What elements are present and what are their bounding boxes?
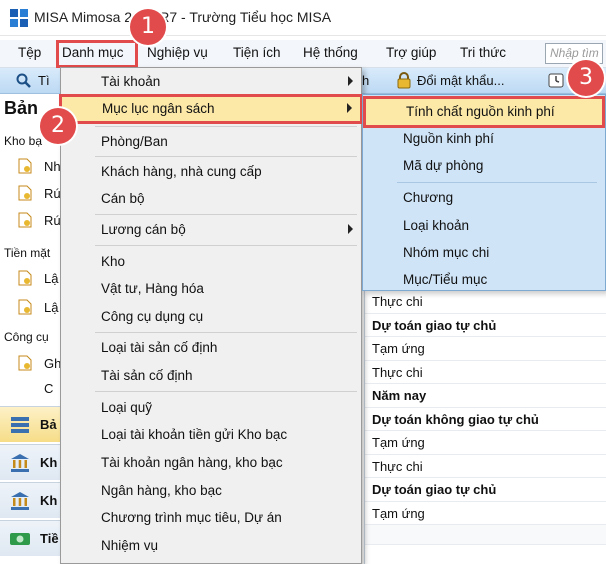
submenu-item-ma-du-phong[interactable]: Mã dự phòng: [363, 153, 603, 179]
nav-kho[interactable]: Kh: [0, 482, 62, 518]
table-row[interactable]: Dự toán không giao tự chủ: [365, 408, 606, 431]
group-tien-mat: Tiền mặt: [4, 246, 51, 260]
callout-badge-3: 3: [568, 60, 604, 96]
submenu-arrow-icon: [347, 103, 352, 113]
data-grid: Thực chi Dự toán giao tự chủ Tạm ứng Thự…: [364, 290, 606, 564]
table-row[interactable]: Thực chi: [365, 455, 606, 478]
nav-ban-lam-viec[interactable]: Bả: [0, 406, 62, 442]
menu-separator: [95, 126, 357, 127]
toolbar-search-label[interactable]: Tì: [38, 73, 50, 88]
bank-icon: [11, 454, 29, 472]
table-row[interactable]: Tạm ứng: [365, 337, 606, 361]
app-logo-icon: [10, 9, 28, 27]
table-row[interactable]: Tạm ứng: [365, 502, 606, 525]
submenu-item-tinh-chat-nguon-kinh-phi[interactable]: Tính chất nguồn kinh phí: [363, 96, 605, 128]
money-icon: [10, 533, 30, 545]
menu-item-phong-ban[interactable]: Phòng/Ban: [61, 130, 361, 154]
table-row-empty: [365, 525, 606, 545]
link-item[interactable]: Gh: [44, 356, 61, 371]
menu-separator: [95, 214, 357, 215]
menu-item-loai-tscd[interactable]: Loại tài sản cố định: [61, 336, 361, 360]
desktop-icon: [11, 417, 29, 433]
group-kho-bac: Kho bạ: [4, 134, 43, 148]
lock-icon: [397, 72, 411, 89]
table-row[interactable]: Thực chi: [365, 290, 606, 314]
menu-tien-ich[interactable]: Tiện ích: [233, 45, 281, 60]
toolbar-partial-label[interactable]: h: [362, 73, 369, 88]
table-row[interactable]: Dự toán giao tự chủ: [365, 478, 606, 502]
submenu-item-nguon-kinh-phi[interactable]: Nguồn kinh phí: [363, 126, 603, 152]
document-icon: [18, 355, 32, 371]
menu-nghiep-vu[interactable]: Nghiệp vụ: [147, 45, 208, 60]
table-row[interactable]: Năm nay: [365, 384, 606, 408]
search-icon: [16, 73, 31, 88]
nav-label: Kh: [40, 455, 58, 470]
menu-item-muc-luc-ngan-sach[interactable]: Mục lục ngân sách: [59, 94, 363, 124]
submenu-item-nhom-muc-chi[interactable]: Nhóm mục chi: [363, 240, 603, 266]
nav-label: Tiề: [40, 531, 59, 546]
callout-badge-1: 1: [130, 9, 166, 45]
link-item[interactable]: Rú: [44, 186, 61, 201]
callout-badge-2: 2: [40, 108, 76, 144]
menu-item-luong-can-bo[interactable]: Lương cán bộ: [61, 218, 361, 242]
menu-item-chuong-trinh[interactable]: Chương trình mục tiêu, Dự án: [61, 506, 361, 530]
menu-item-loai-tk-tien-gui[interactable]: Loại tài khoản tiền gửi Kho bạc: [61, 423, 361, 447]
menu-separator: [397, 182, 597, 183]
document-icon: [18, 270, 32, 286]
pane-heading: Bản: [4, 98, 39, 118]
link-item[interactable]: Lậ: [44, 300, 58, 315]
menu-item-tscd[interactable]: Tài sản cố định: [61, 364, 361, 388]
nav-label: Kh: [40, 493, 58, 508]
submenu-item-muc-tieu-muc[interactable]: Mục/Tiểu mục: [363, 267, 603, 293]
menu-separator: [95, 156, 357, 157]
menu-separator: [95, 245, 357, 246]
danh-muc-highlight-frame: [56, 40, 138, 68]
nav-label: Bả: [40, 417, 57, 432]
link-item[interactable]: Nh: [44, 159, 61, 174]
search-input[interactable]: Nhập tìm: [545, 43, 603, 64]
nav-tien-mat[interactable]: Tiề: [0, 520, 62, 556]
table-row[interactable]: Tạm ứng: [365, 431, 606, 455]
menu-item-nhiem-vu[interactable]: Nhiệm vụ: [61, 534, 361, 558]
menu-item-kho[interactable]: Kho: [61, 250, 361, 274]
link-item[interactable]: Lậ: [44, 271, 58, 286]
menu-item-cong-cu[interactable]: Công cụ dụng cụ: [61, 305, 361, 329]
menu-item-tai-khoan[interactable]: Tài khoản: [61, 70, 361, 94]
danh-muc-menu: Tài khoản Mục lục ngân sách Phòng/Ban Kh…: [59, 67, 363, 564]
menu-tep[interactable]: Tệp: [18, 45, 41, 60]
nav-kho-bac[interactable]: Kh: [0, 444, 62, 480]
menu-item-loai-quy[interactable]: Loại quỹ: [61, 396, 361, 420]
document-icon: [18, 185, 32, 201]
menu-item-ngan-hang[interactable]: Ngân hàng, kho bạc: [61, 479, 361, 503]
document-icon: [18, 299, 32, 315]
submenu-arrow-icon: [348, 76, 353, 86]
menu-item-vat-tu[interactable]: Vật tư, Hàng hóa: [61, 277, 361, 301]
menu-item-tk-ngan-hang[interactable]: Tài khoản ngân hàng, kho bạc: [61, 451, 361, 475]
menu-separator: [95, 391, 357, 392]
submenu-item-chuong[interactable]: Chương: [363, 185, 603, 211]
document-icon: [18, 158, 32, 174]
menu-item-can-bo[interactable]: Cán bộ: [61, 187, 361, 211]
change-password-button[interactable]: Đổi mật khẩu...: [417, 73, 504, 88]
submenu-item-loai-khoan[interactable]: Loại khoản: [363, 213, 603, 239]
menu-he-thong[interactable]: Hệ thống: [303, 45, 358, 60]
link-item[interactable]: C: [44, 381, 53, 396]
clock-icon[interactable]: [548, 73, 564, 88]
table-row[interactable]: Thực chi: [365, 361, 606, 384]
window-title: MISA Mimosa 2015 R7 - Trường Tiểu học MI…: [34, 9, 332, 25]
muc-luc-submenu: Tính chất nguồn kinh phí Nguồn kinh phí …: [362, 94, 606, 291]
left-navigation-pane: Bản Kho bạ Nh Rú Rú Tiền mặt Lậ Lậ Công …: [0, 94, 62, 564]
title-bar: MISA Mimosa 2015 R7 - Trường Tiểu học MI…: [0, 0, 606, 36]
link-item[interactable]: Rú: [44, 213, 61, 228]
group-cong-cu: Công cụ: [4, 330, 49, 344]
menu-tro-giup[interactable]: Trợ giúp: [386, 45, 436, 60]
submenu-arrow-icon: [348, 224, 353, 234]
warehouse-icon: [11, 492, 29, 510]
menu-item-khach-hang[interactable]: Khách hàng, nhà cung cấp: [61, 160, 361, 184]
menu-tri-thuc[interactable]: Tri thức: [460, 45, 506, 60]
menu-separator: [95, 332, 357, 333]
document-icon: [18, 212, 32, 228]
table-row[interactable]: Dự toán giao tự chủ: [365, 314, 606, 337]
